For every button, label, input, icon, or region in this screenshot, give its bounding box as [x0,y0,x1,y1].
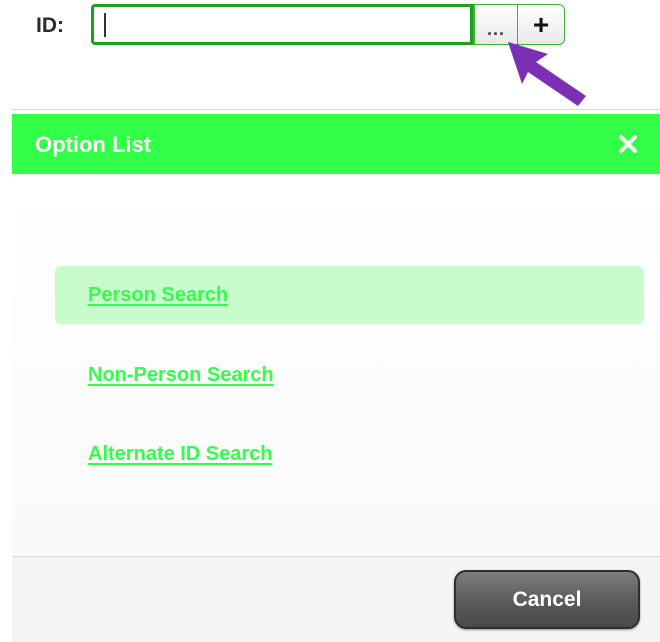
ellipsis-icon: ... [486,19,505,39]
option-link[interactable]: Person Search [88,284,228,307]
dialog-header: Option List [12,114,660,174]
dialog-footer: Cancel [12,556,660,642]
option-link[interactable]: Non-Person Search [88,364,274,387]
id-label: ID: [36,14,64,37]
dialog-title: Option List [35,132,152,157]
arrow-shape [508,42,586,106]
plus-icon: + [532,8,550,40]
id-input[interactable] [91,4,473,45]
pointer-arrow-icon [508,42,586,106]
option-non-person-search[interactable]: Non-Person Search [55,346,644,404]
dialog-body: Person Search Non-Person Search Alternat… [12,174,660,554]
cancel-button[interactable]: Cancel [454,570,640,629]
text-caret [104,13,106,37]
add-button[interactable]: + [518,4,565,45]
close-button[interactable] [612,128,644,160]
option-link[interactable]: Alternate ID Search [88,443,273,466]
option-person-search[interactable]: Person Search [55,266,644,324]
lookup-button[interactable]: ... [473,4,518,45]
option-list-dialog: Option List Person Search Non-Person Sea… [12,109,660,642]
close-icon [619,135,637,153]
option-alternate-id-search[interactable]: Alternate ID Search [55,425,644,483]
